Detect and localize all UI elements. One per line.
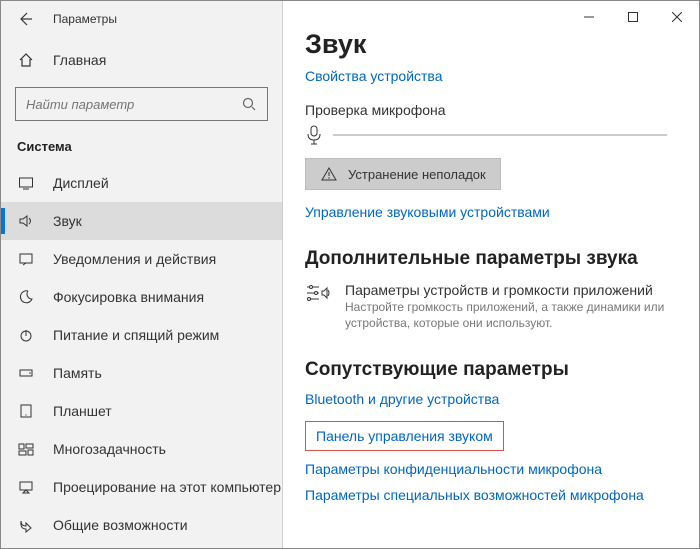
- nav-label: Дисплей: [53, 175, 109, 191]
- home-link[interactable]: Главная: [1, 41, 282, 79]
- nav-item-power[interactable]: Питание и спящий режим: [1, 316, 282, 354]
- app-volume-title: Параметры устройств и громкости приложен…: [345, 282, 677, 298]
- warning-icon: [320, 165, 338, 183]
- page-heading: Звук: [305, 29, 677, 60]
- search-icon: [241, 96, 257, 112]
- back-button[interactable]: [9, 3, 41, 35]
- manage-devices-link[interactable]: Управление звуковыми устройствами: [305, 204, 677, 220]
- moon-icon: [17, 288, 35, 306]
- nav-label: Питание и спящий режим: [53, 327, 219, 343]
- content: Звук Свойства устройства Проверка микроф…: [283, 1, 699, 503]
- home-icon: [17, 51, 35, 69]
- search-box[interactable]: [15, 87, 268, 121]
- titlebar: Параметры: [1, 1, 282, 37]
- nav-label: Многозадачность: [53, 441, 166, 457]
- notifications-icon: [17, 250, 35, 268]
- sliders-icon: [305, 282, 331, 304]
- nav-item-sound[interactable]: Звук: [1, 202, 282, 240]
- app-volume-row[interactable]: Параметры устройств и громкости приложен…: [305, 282, 677, 331]
- power-icon: [17, 326, 35, 344]
- nav-item-display[interactable]: Дисплей: [1, 164, 282, 202]
- nav-item-projecting[interactable]: Проецирование на этот компьютер: [1, 468, 282, 506]
- device-properties-link[interactable]: Свойства устройства: [305, 68, 677, 84]
- main-panel: Звук Свойства устройства Проверка микроф…: [283, 1, 699, 548]
- maximize-button[interactable]: [611, 1, 655, 33]
- nav-item-focus[interactable]: Фокусировка внимания: [1, 278, 282, 316]
- mic-test-row: [305, 126, 677, 144]
- microphone-icon: [305, 126, 323, 144]
- nav-label: Планшет: [53, 403, 112, 419]
- troubleshoot-label: Устранение неполадок: [348, 167, 486, 182]
- nav-label: Звук: [53, 213, 82, 229]
- sound-panel-link[interactable]: Панель управления звуком: [316, 428, 493, 444]
- app-volume-text: Параметры устройств и громкости приложен…: [345, 282, 677, 331]
- nav-label: Проецирование на этот компьютер: [53, 479, 281, 495]
- mic-level-slider[interactable]: [333, 134, 667, 136]
- nav-item-tablet[interactable]: Планшет: [1, 392, 282, 430]
- nav-label: Память: [53, 365, 102, 381]
- tablet-icon: [17, 402, 35, 420]
- window-controls: [567, 1, 699, 33]
- related-heading: Сопутствующие параметры: [305, 359, 677, 381]
- shared-icon: [17, 516, 35, 534]
- nav-label: Уведомления и действия: [53, 251, 216, 267]
- nav-item-notifications[interactable]: Уведомления и действия: [1, 240, 282, 278]
- bluetooth-link[interactable]: Bluetooth и другие устройства: [305, 391, 677, 407]
- close-button[interactable]: [655, 1, 699, 33]
- arrow-left-icon: [16, 10, 34, 28]
- nav-item-shared[interactable]: Общие возможности: [1, 506, 282, 544]
- search-input[interactable]: [26, 97, 241, 112]
- troubleshoot-button[interactable]: Устранение неполадок: [305, 158, 501, 190]
- nav-list: Дисплей Звук Уведомления и действия Фоку…: [1, 164, 282, 544]
- app-title: Параметры: [53, 12, 117, 26]
- mic-test-label: Проверка микрофона: [305, 102, 677, 118]
- projecting-icon: [17, 478, 35, 496]
- display-icon: [17, 174, 35, 192]
- sound-panel-highlight: Панель управления звуком: [305, 421, 504, 451]
- home-label: Главная: [53, 52, 106, 68]
- mic-access-link[interactable]: Параметры специальных возможностей микро…: [305, 487, 677, 503]
- nav-item-multitask[interactable]: Многозадачность: [1, 430, 282, 468]
- minimize-button[interactable]: [567, 1, 611, 33]
- multitask-icon: [17, 440, 35, 458]
- section-title: Система: [1, 133, 282, 164]
- sound-icon: [17, 212, 35, 230]
- mic-privacy-link[interactable]: Параметры конфиденциальности микрофона: [305, 461, 677, 477]
- sidebar: Параметры Главная Система Дисплей Звук У…: [1, 1, 283, 548]
- related-links: Bluetooth и другие устройства Панель упр…: [305, 391, 677, 503]
- nav-item-storage[interactable]: Память: [1, 354, 282, 392]
- storage-icon: [17, 364, 35, 382]
- app-volume-desc: Настройте громкость приложений, а также …: [345, 300, 677, 331]
- nav-label: Общие возможности: [53, 517, 188, 533]
- nav-label: Фокусировка внимания: [53, 289, 204, 305]
- advanced-heading: Дополнительные параметры звука: [305, 248, 677, 270]
